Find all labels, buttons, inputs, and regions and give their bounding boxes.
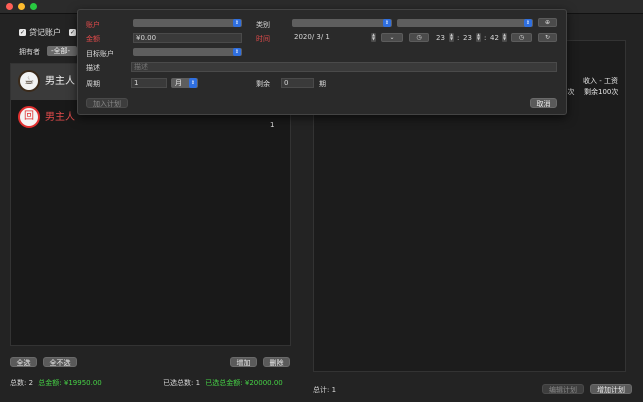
minute-field[interactable]: 23: [463, 34, 472, 42]
remaining-input[interactable]: 0: [281, 78, 314, 88]
clock-icon: ◷: [518, 34, 525, 41]
target-account-label: 目标账户: [86, 50, 114, 58]
left-footer-summary: 总数: 2 总金额: ¥19950.00: [10, 378, 102, 388]
description-input[interactable]: [131, 62, 557, 72]
delete-button[interactable]: 删除: [263, 357, 290, 367]
zoom-window-button[interactable]: [30, 3, 37, 10]
select-arrows-icon: ⇕: [233, 19, 241, 27]
minimize-window-button[interactable]: [18, 3, 25, 10]
total-count-label: 总数:: [10, 379, 27, 387]
plan-remaining: 剩余100次: [584, 88, 619, 96]
add-category-button[interactable]: ⊕: [538, 18, 557, 27]
second-stepper[interactable]: ▲ ▼: [502, 33, 507, 42]
checkbox-checked-icon[interactable]: ✓: [19, 29, 26, 36]
remaining-label: 剩余: [256, 80, 270, 88]
plan-category: 收入 - 工资: [583, 77, 618, 85]
checkbox-checked-icon[interactable]: ✓: [69, 29, 76, 36]
owner-label: 拥有者: [19, 48, 40, 56]
second-filter-checkbox[interactable]: ✓: [69, 27, 76, 36]
date-picker[interactable]: 2020/ 3/ 1: [292, 33, 370, 43]
account-name: 男主人: [45, 76, 75, 87]
account-select[interactable]: ⇕: [133, 19, 242, 27]
total-count: 2: [28, 379, 34, 387]
edit-plan-button[interactable]: 编辑计划: [542, 384, 584, 394]
category-select[interactable]: ⇕: [292, 19, 392, 27]
second-field[interactable]: 42: [490, 34, 499, 42]
total-amount: ¥19950.00: [63, 379, 102, 387]
amount-field-label: 金额: [86, 35, 100, 43]
plan-total-label: 总计:: [313, 386, 330, 394]
account-avatar-badge: 回: [18, 106, 40, 128]
selected-amount-label: 已选总金额:: [205, 379, 243, 387]
period-input[interactable]: 1: [131, 78, 167, 88]
close-window-button[interactable]: [6, 3, 13, 10]
time-separator: :: [457, 34, 460, 42]
time-separator: :: [484, 34, 487, 42]
account-avatar-coffee: ☕: [18, 70, 40, 92]
minute-stepper[interactable]: ▲ ▼: [476, 33, 481, 42]
credit-account-filter[interactable]: ✓ 贷记账户: [19, 27, 61, 38]
description-label: 描述: [86, 64, 100, 72]
select-arrows-icon: ⇕: [233, 48, 241, 56]
date-clock-button[interactable]: ◷: [409, 33, 429, 42]
join-plan-button[interactable]: 加入计划: [86, 98, 128, 108]
calendar-dropdown-button[interactable]: ⌄: [381, 33, 403, 42]
clock-icon: ◷: [416, 34, 422, 41]
selected-count-label: 已选总数:: [163, 379, 194, 387]
select-arrows-icon: ⇕: [383, 19, 391, 27]
time-field-label: 时间: [256, 35, 270, 43]
account-name: 男主人: [45, 112, 75, 123]
right-footer-total: 总计: 1: [313, 385, 336, 395]
category-field-label: 类别: [256, 21, 270, 29]
subcategory-select[interactable]: ⇕: [397, 19, 533, 27]
select-arrows-icon: ⇕: [524, 19, 532, 27]
plan-total: 1: [331, 386, 337, 394]
add-plan-button[interactable]: 增加计划: [590, 384, 632, 394]
plus-circle-icon: ⊕: [544, 19, 551, 26]
add-button[interactable]: 增加: [230, 357, 257, 367]
selected-count: 1: [195, 379, 201, 387]
remaining-unit-label: 期: [319, 80, 326, 88]
select-arrows-icon: ⇕: [189, 78, 197, 88]
refresh-icon: ↻: [544, 34, 551, 41]
time-clock-button[interactable]: ◷: [511, 33, 532, 42]
total-amount-label: 总金额:: [38, 379, 62, 387]
target-account-select[interactable]: ⇕: [133, 48, 242, 56]
account-value: 1: [270, 121, 275, 129]
credit-account-filter-label: 贷记账户: [29, 28, 61, 37]
period-unit-value: 月: [175, 79, 182, 87]
amount-input[interactable]: ¥0.00: [133, 33, 242, 43]
period-label: 周期: [86, 80, 100, 88]
select-all-button[interactable]: 全选: [10, 357, 37, 367]
hour-stepper[interactable]: ▲ ▼: [449, 33, 454, 42]
account-field-label: 账户: [86, 21, 100, 29]
owner-select[interactable]: -全部-: [47, 46, 77, 56]
selected-amount: ¥20000.00: [244, 379, 283, 387]
refresh-time-button[interactable]: ↻: [538, 33, 557, 42]
chevron-down-icon: ⌄: [389, 34, 395, 41]
hour-field[interactable]: 23: [436, 34, 445, 42]
left-footer-selected: 已选总数: 1 已选总金额: ¥20000.00: [163, 378, 283, 388]
date-stepper[interactable]: ▲ ▼: [371, 33, 376, 42]
select-none-button[interactable]: 全不选: [43, 357, 77, 367]
cancel-button[interactable]: 取消: [530, 98, 557, 108]
period-unit-select[interactable]: 月 ⇕: [171, 78, 198, 88]
